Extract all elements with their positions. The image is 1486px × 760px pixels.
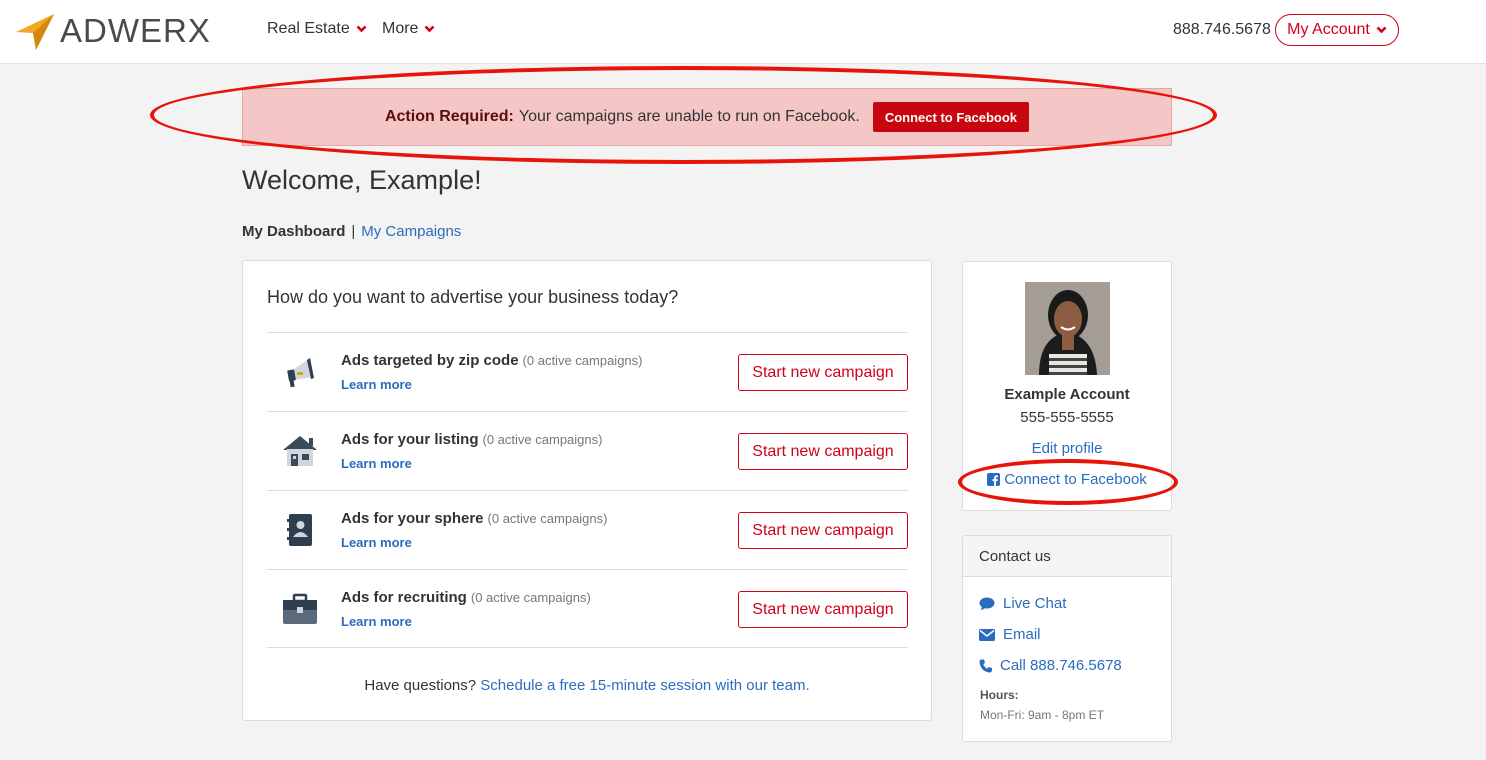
chevron-down-icon — [356, 25, 367, 33]
learn-more-link[interactable]: Learn more — [341, 456, 412, 471]
questions-footer: Have questions? Schedule a free 15-minut… — [243, 677, 931, 694]
address-book-icon — [287, 514, 312, 546]
facebook-icon — [987, 473, 1001, 486]
connect-facebook-link[interactable]: Connect to Facebook — [963, 471, 1171, 488]
campaign-count: (0 active campaigns) — [522, 353, 643, 368]
chevron-down-icon — [425, 25, 435, 33]
campaign-title-text: Ads for recruiting — [341, 589, 467, 606]
connect-facebook-label: Connect to Facebook — [1004, 471, 1147, 488]
call-label: Call 888.746.5678 — [1000, 657, 1122, 674]
edit-profile-link[interactable]: Edit profile — [963, 440, 1171, 457]
alert-strong-text: Action Required: — [384, 108, 514, 125]
dashboard-subnav: My Dashboard | My Campaigns — [242, 223, 461, 240]
call-link[interactable]: Call 888.746.5678 — [979, 657, 1122, 674]
alert-message: Your campaigns are unable to run on Face… — [518, 108, 860, 125]
my-account-label: My Account — [1287, 21, 1370, 38]
my-account-button[interactable]: My Account — [1275, 14, 1399, 46]
chevron-down-icon — [1376, 26, 1387, 34]
campaign-count: (0 active campaigns) — [487, 511, 608, 526]
contact-title: Contact us — [963, 536, 1171, 577]
schedule-session-link[interactable]: Schedule a free 15-minute session with o… — [480, 677, 809, 694]
start-new-campaign-button[interactable]: Start new campaign — [738, 433, 908, 470]
page-title: Welcome, Example! — [242, 165, 482, 195]
live-chat-label: Live Chat — [1003, 595, 1067, 612]
campaign-title-text: Ads targeted by zip code — [341, 352, 519, 369]
list-item: Ads for your listing (0 active campaigns)… — [267, 411, 908, 490]
list-item: Ads targeted by zip code (0 active campai… — [267, 332, 908, 411]
adwerx-logo[interactable]: ADWERX — [14, 10, 211, 52]
logo-arrow-icon — [16, 14, 54, 50]
nav-more[interactable]: More — [382, 20, 435, 38]
learn-more-link[interactable]: Learn more — [341, 614, 412, 629]
campaign-title: Ads for your sphere (0 active campaigns) — [341, 510, 607, 527]
start-new-campaign-button[interactable]: Start new campaign — [738, 591, 908, 628]
alert-connect-facebook-button[interactable]: Connect to Facebook — [872, 102, 1030, 132]
subnav-separator: | — [351, 223, 356, 240]
nav-real-estate[interactable]: Real Estate — [267, 20, 367, 38]
avatar-photo — [1025, 282, 1110, 375]
campaign-count: (0 active campaigns) — [470, 590, 591, 605]
campaign-title: Ads for recruiting (0 active campaigns) — [341, 589, 591, 606]
subnav-my-campaigns-link[interactable]: My Campaigns — [361, 223, 461, 240]
campaign-title-text: Ads for your listing — [341, 431, 479, 448]
profile-phone: 555-555-5555 — [1020, 409, 1114, 426]
subnav-my-dashboard[interactable]: My Dashboard — [242, 223, 345, 240]
questions-prefix: Have questions? — [364, 677, 477, 694]
learn-more-link[interactable]: Learn more — [341, 535, 412, 550]
advertise-options-card: How do you want to advertise your busine… — [242, 260, 932, 721]
start-new-campaign-button[interactable]: Start new campaign — [738, 354, 908, 391]
megaphone-icon — [287, 358, 314, 388]
house-icon — [283, 436, 317, 466]
email-label: Email — [1003, 626, 1041, 643]
contact-card: Contact us Live Chat Email Call 888.746.… — [962, 535, 1172, 742]
live-chat-link[interactable]: Live Chat — [979, 595, 1066, 612]
start-new-campaign-button[interactable]: Start new campaign — [738, 512, 908, 549]
action-required-banner: Action Required: Your campaigns are unab… — [242, 88, 1172, 146]
hours-label: Hours: — [980, 688, 1019, 702]
profile-name: Example Account — [1004, 386, 1130, 403]
avatar — [1025, 282, 1110, 375]
phone-icon — [979, 659, 992, 673]
top-navigation-bar: ADWERX Real Estate More 888.746.5678 My … — [0, 0, 1486, 64]
hours-value: Mon-Fri: 9am - 8pm ET — [980, 708, 1105, 722]
learn-more-link[interactable]: Learn more — [341, 377, 412, 392]
campaign-count: (0 active campaigns) — [482, 432, 603, 447]
logo-wordmark: ADWERX — [60, 12, 211, 49]
envelope-icon — [979, 628, 995, 641]
chat-bubble-icon — [979, 597, 995, 610]
nav-real-estate-label: Real Estate — [267, 20, 350, 37]
campaign-type-list: Ads targeted by zip code (0 active campai… — [267, 332, 908, 648]
campaign-title-text: Ads for your sphere — [341, 510, 484, 527]
profile-card: Example Account 555-555-5555 Edit profil… — [962, 261, 1172, 511]
email-link[interactable]: Email — [979, 626, 1041, 643]
campaign-title: Ads for your listing (0 active campaigns) — [341, 431, 602, 448]
header-phone[interactable]: 888.746.5678 — [1173, 21, 1271, 39]
briefcase-icon — [283, 593, 317, 624]
list-item: Ads for your sphere (0 active campaigns) … — [267, 490, 908, 569]
list-item: Ads for recruiting (0 active campaigns) L… — [267, 569, 908, 648]
campaign-title: Ads targeted by zip code (0 active campai… — [341, 352, 643, 369]
advertise-question: How do you want to advertise your busine… — [267, 287, 679, 307]
nav-more-label: More — [382, 20, 419, 37]
